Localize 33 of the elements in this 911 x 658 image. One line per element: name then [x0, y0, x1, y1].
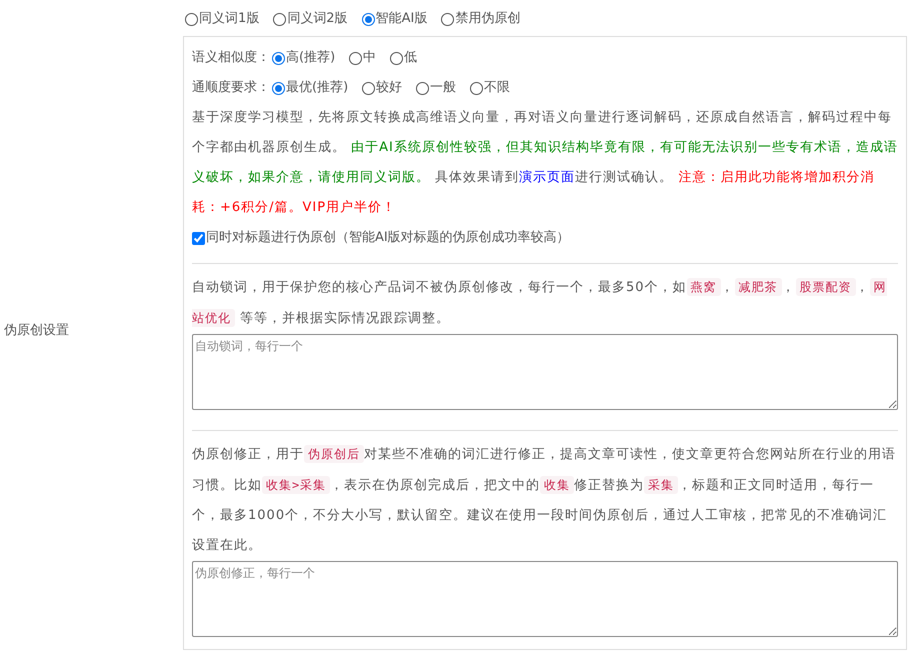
radio-label[interactable]: 不限: [484, 78, 510, 98]
radio-label[interactable]: 高(推荐): [286, 48, 336, 68]
radio-button[interactable]: [390, 52, 404, 64]
radio-button[interactable]: [349, 52, 362, 64]
correction-description: 伪原创修正，用于 伪原创后 对某些不准确的词汇进行修正，提高文章可读性，使文章更符合您网站所在行业的用语习惯。比如 收集>采集 ，表示在伪原创完成后，把文中的 收集 修正替换为 采集 ，标题和正文同时适用，每行一个，最多1000个，不分大小写，默认留空。建议在使用一段时间伪原创后，通过人工审核，把常见的不准确词汇设置在此。: [192, 444, 897, 555]
radio-label[interactable]: 低: [404, 48, 418, 68]
lock-words-field[interactable]: 自动锁词，每行一个: [192, 334, 898, 410]
checkbox-label[interactable]: 同时对标题进行伪原创（智能AI版对标题的伪原创成功率较高）: [206, 228, 570, 248]
correction-field[interactable]: 伪原创修正，每行一个: [192, 561, 898, 637]
radio-button[interactable]: [272, 52, 285, 64]
section-label: 伪原创设置: [4, 322, 69, 340]
radio-label[interactable]: 同义词1版: [199, 9, 260, 29]
setting-label: 通顺度要求：: [192, 79, 270, 98]
radio-button[interactable]: [362, 12, 375, 26]
radio-button[interactable]: [185, 12, 198, 26]
radio-label[interactable]: 智能AI版: [376, 9, 428, 29]
ai-description: 基于深度学习模型，先将原文转换成高维语义向量，再对语义向量进行逐词解码，还原成自然语言，解码过程中每个字都由机器原创生成。 由于AI系统原创性较强，但其知识结构毕竟有限，有可能无法识别一些专有术语，造成语义破坏，如果介意，请使用同义词版。 具体效果请到演示页面进行测试确认。 注意：启用此功能将增加积分消耗：+6积分/篇。VIP用户半价！: [192, 109, 898, 217]
radio-label[interactable]: 禁用伪原创: [455, 9, 520, 29]
radio-button[interactable]: [416, 82, 430, 94]
radio-label[interactable]: 最优(推荐): [286, 78, 348, 98]
demo-page-link[interactable]: 演示页面: [519, 170, 576, 185]
radio-label[interactable]: 一般: [430, 78, 456, 98]
setting-label: 语义相似度：: [192, 49, 270, 68]
radio-button[interactable]: [273, 12, 286, 26]
radio-label[interactable]: 较好: [376, 78, 402, 98]
lock-words-description: 自动锁词，用于保护您的核心产品词不被伪原创修改，每行一个，最多50个，如 燕窝 ， 减肥茶 ， 股票配资 ， 网站优化 等等，并根据实际情况跟踪调整。: [192, 277, 888, 329]
radio-button[interactable]: [362, 82, 376, 94]
radio-button[interactable]: [272, 82, 285, 94]
radio-button[interactable]: [470, 82, 484, 94]
radio-label[interactable]: 同义词2版: [287, 9, 348, 29]
radio-button[interactable]: [441, 12, 454, 26]
radio-label[interactable]: 中: [363, 48, 376, 68]
checkbox[interactable]: [192, 232, 205, 244]
